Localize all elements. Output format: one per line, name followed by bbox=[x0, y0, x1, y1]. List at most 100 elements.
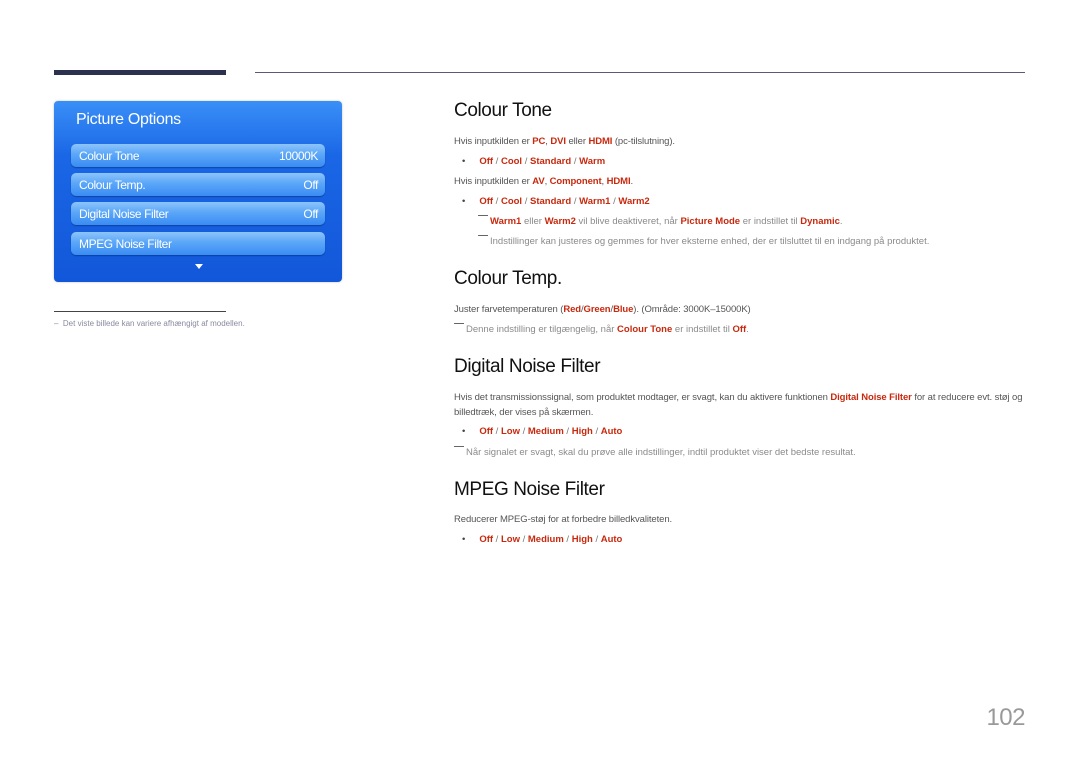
separator: / bbox=[592, 534, 601, 545]
option-warm1: Warm1 bbox=[579, 196, 611, 207]
keyword: Digital Noise Filter bbox=[830, 392, 912, 403]
separator: / bbox=[522, 196, 530, 207]
keyword: Green bbox=[583, 304, 611, 315]
footnote: – Det viste billede kan variere afhængig… bbox=[54, 319, 245, 328]
menu-item-mpeg-noise-filter[interactable]: MPEG Noise Filter bbox=[71, 232, 325, 255]
text: . bbox=[630, 176, 634, 187]
text: . bbox=[746, 324, 749, 335]
option-standard: Standard bbox=[530, 196, 572, 207]
separator: / bbox=[493, 156, 501, 167]
keyword: HDMI bbox=[588, 136, 613, 147]
colour-temp-line: Juster farvetemperaturen (Red/Green/Blue… bbox=[454, 304, 751, 315]
text: Denne indstilling er tilgængelig, når bbox=[466, 324, 618, 335]
text: Hvis det transmissionssignal, som produk… bbox=[454, 392, 831, 403]
separator: / bbox=[519, 426, 528, 437]
bullet-icon: • bbox=[462, 534, 466, 545]
keyword: Dynamic bbox=[800, 216, 840, 227]
keyword: Warm2 bbox=[544, 216, 576, 227]
note-dash-icon bbox=[478, 215, 488, 216]
note-dash-icon bbox=[478, 235, 488, 236]
option-warm: Warm bbox=[579, 156, 606, 167]
section-title-digital-noise-filter: Digital Noise Filter bbox=[454, 356, 601, 377]
option-off: Off bbox=[479, 196, 494, 207]
header-rule-thin bbox=[255, 72, 1025, 73]
colour-tone-line-1: Hvis inputkilden er PC, DVI eller HDMI (… bbox=[454, 136, 675, 147]
option-off: Off bbox=[479, 426, 494, 437]
option-cool: Cool bbox=[500, 156, 523, 167]
option-cool: Cool bbox=[500, 196, 523, 207]
text: Indstillinger kan justeres og gemmes for… bbox=[490, 236, 930, 247]
picture-options-panel: Picture Options Colour Tone 10000K Colou… bbox=[54, 101, 342, 282]
option-off: Off bbox=[479, 156, 494, 167]
separator: / bbox=[493, 534, 501, 545]
note-dash-icon bbox=[454, 323, 464, 324]
footnote-text: Det viste billede kan variere afhængigt … bbox=[62, 319, 245, 328]
separator: / bbox=[571, 156, 580, 167]
menu-item-value: 10000K bbox=[279, 148, 318, 163]
keyword: PC bbox=[532, 136, 546, 147]
section-title-mpeg-noise-filter: MPEG Noise Filter bbox=[454, 479, 605, 500]
bullet-icon: • bbox=[462, 156, 466, 167]
menu-item-value: Off bbox=[303, 206, 318, 221]
menu-item-value: Off bbox=[303, 177, 318, 192]
section-title-colour-temp: Colour Temp. bbox=[454, 268, 562, 289]
menu-item-label: Digital Noise Filter bbox=[79, 206, 169, 221]
bullet-icon: • bbox=[462, 426, 466, 437]
mpeg-noise-line: Reducerer MPEG-støj for at forbedre bill… bbox=[454, 514, 673, 525]
header-rule-thick bbox=[54, 70, 226, 75]
digital-noise-line: Hvis det transmissionssignal, som produk… bbox=[454, 390, 1029, 420]
options-list: • Off / Cool / Standard / Warm bbox=[462, 156, 605, 167]
keyword: Blue bbox=[613, 304, 634, 315]
option-auto: Auto bbox=[600, 534, 623, 545]
menu-item-label: MPEG Noise Filter bbox=[79, 236, 172, 251]
separator: / bbox=[522, 156, 530, 167]
text: ). (Område: 3000K–15000K) bbox=[633, 304, 751, 315]
option-standard: Standard bbox=[530, 156, 572, 167]
options-list: • Off / Low / Medium / High / Auto bbox=[462, 534, 622, 545]
text: eller bbox=[521, 216, 545, 227]
separator: / bbox=[493, 196, 501, 207]
text: Hvis inputkilden er bbox=[454, 136, 533, 147]
separator: / bbox=[592, 426, 601, 437]
colour-tone-line-2: Hvis inputkilden er AV, Component, HDMI. bbox=[454, 176, 633, 187]
footnote-marker: – bbox=[54, 319, 59, 328]
separator: / bbox=[493, 426, 501, 437]
text: Juster farvetemperaturen ( bbox=[454, 304, 564, 315]
note-dash-icon bbox=[454, 446, 464, 447]
separator: / bbox=[571, 196, 580, 207]
text: eller bbox=[565, 136, 589, 147]
keyword: Red bbox=[563, 304, 581, 315]
panel-title: Picture Options bbox=[76, 111, 181, 128]
text: vil blive deaktiveret, når bbox=[575, 216, 681, 227]
note-weak-signal: Når signalet er svagt, skal du prøve all… bbox=[454, 446, 856, 458]
keyword: AV bbox=[532, 176, 545, 187]
note-colour-temp-availability: Denne indstilling er tilgængelig, når Co… bbox=[454, 323, 749, 335]
menu-item-colour-tone[interactable]: Colour Tone 10000K bbox=[71, 144, 325, 167]
footnote-rule bbox=[54, 311, 226, 312]
note-settings-saved: Indstillinger kan justeres og gemmes for… bbox=[478, 235, 929, 247]
option-low: Low bbox=[500, 426, 520, 437]
text: Hvis inputkilden er bbox=[454, 176, 533, 187]
keyword: Colour Tone bbox=[617, 324, 673, 335]
section-title-colour-tone: Colour Tone bbox=[454, 100, 552, 121]
bullet-icon: • bbox=[462, 196, 466, 207]
menu-item-digital-noise-filter[interactable]: Digital Noise Filter Off bbox=[71, 202, 325, 225]
option-medium: Medium bbox=[527, 426, 564, 437]
options-list: • Off / Cool / Standard / Warm1 / Warm2 bbox=[462, 196, 650, 207]
arrow-down-icon[interactable] bbox=[195, 264, 203, 269]
separator: / bbox=[563, 426, 572, 437]
option-low: Low bbox=[500, 534, 520, 545]
text: er indstillet til bbox=[740, 216, 801, 227]
keyword: Off bbox=[732, 324, 747, 335]
option-off: Off bbox=[479, 534, 494, 545]
keyword: Picture Mode bbox=[680, 216, 741, 227]
options-list: • Off / Low / Medium / High / Auto bbox=[462, 426, 622, 437]
option-high: High bbox=[571, 534, 593, 545]
option-auto: Auto bbox=[600, 426, 623, 437]
note-warm-deactivated: Warm1 eller Warm2 vil blive deaktiveret,… bbox=[478, 215, 843, 227]
keyword: DVI bbox=[550, 136, 566, 147]
option-warm2: Warm2 bbox=[618, 196, 650, 207]
text: (pc-tilslutning). bbox=[612, 136, 675, 147]
option-medium: Medium bbox=[527, 534, 564, 545]
menu-item-colour-temp[interactable]: Colour Temp. Off bbox=[71, 173, 325, 196]
